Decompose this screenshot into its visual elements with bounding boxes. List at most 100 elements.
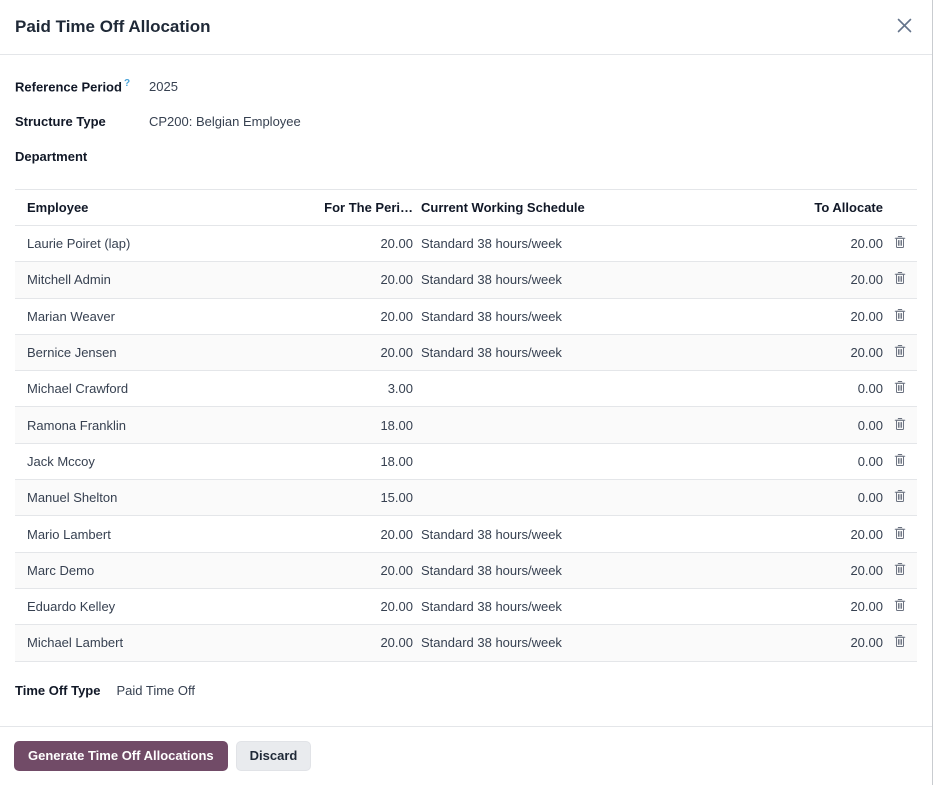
schedule-cell[interactable]: Standard 38 hours/week xyxy=(413,563,793,578)
allocate-cell[interactable]: 20.00 xyxy=(793,635,883,650)
allocate-cell[interactable]: 20.00 xyxy=(793,527,883,542)
allocate-cell[interactable]: 0.00 xyxy=(793,490,883,505)
allocate-cell[interactable]: 20.00 xyxy=(793,309,883,324)
schedule-cell[interactable]: Standard 38 hours/week xyxy=(413,527,793,542)
table-row: Bernice Jensen 20.00 Standard 38 hours/w… xyxy=(15,334,917,372)
employee-cell[interactable]: Jack Mccoy xyxy=(15,454,321,469)
trash-icon xyxy=(894,489,906,506)
column-header-current-working-schedule: Current Working Schedule xyxy=(421,200,585,215)
delete-row-button[interactable] xyxy=(892,342,908,363)
allocation-table-header: Employee For The Peri… Current Working S… xyxy=(15,190,917,226)
schedule-cell[interactable]: Standard 38 hours/week xyxy=(413,236,793,251)
allocation-table-body: Laurie Poiret (lap) 20.00 Standard 38 ho… xyxy=(15,226,917,662)
close-icon xyxy=(897,18,912,36)
department-label: Department xyxy=(15,149,88,164)
allocate-cell[interactable]: 0.00 xyxy=(793,454,883,469)
delete-row-button[interactable] xyxy=(892,560,908,581)
dialog-footer: Generate Time Off Allocations Discard xyxy=(0,726,932,785)
schedule-cell[interactable]: Standard 38 hours/week xyxy=(413,272,793,287)
column-header-for-the-period: For The Peri… xyxy=(324,200,413,215)
period-cell[interactable]: 20.00 xyxy=(321,527,413,542)
delete-row-button[interactable] xyxy=(892,306,908,327)
employee-cell[interactable]: Michael Crawford xyxy=(15,381,321,396)
employee-cell[interactable]: Eduardo Kelley xyxy=(15,599,321,614)
delete-row-button[interactable] xyxy=(892,596,908,617)
delete-row-button[interactable] xyxy=(892,378,908,399)
allocate-cell[interactable]: 0.00 xyxy=(793,381,883,396)
help-icon[interactable]: ? xyxy=(124,78,130,89)
table-row: Mitchell Admin 20.00 Standard 38 hours/w… xyxy=(15,262,917,299)
time-off-type-value[interactable]: Paid Time Off xyxy=(116,683,195,698)
allocate-cell[interactable]: 20.00 xyxy=(793,272,883,287)
trash-icon xyxy=(894,344,906,361)
period-cell[interactable]: 20.00 xyxy=(321,563,413,578)
period-cell[interactable]: 20.00 xyxy=(321,635,413,650)
field-department: Department xyxy=(15,139,917,174)
employee-cell[interactable]: Mario Lambert xyxy=(15,527,321,542)
employee-cell[interactable]: Marian Weaver xyxy=(15,309,321,324)
trash-icon xyxy=(894,271,906,288)
allocate-cell[interactable]: 20.00 xyxy=(793,345,883,360)
field-structure-type: Structure Type CP200: Belgian Employee xyxy=(15,104,917,139)
period-cell[interactable]: 15.00 xyxy=(321,490,413,505)
dialog-header: Paid Time Off Allocation xyxy=(0,0,932,55)
reference-period-value[interactable]: 2025 xyxy=(149,79,917,94)
table-row: Eduardo Kelley 20.00 Standard 38 hours/w… xyxy=(15,589,917,626)
allocation-table: Employee For The Peri… Current Working S… xyxy=(15,189,917,662)
generate-time-off-allocations-button[interactable]: Generate Time Off Allocations xyxy=(14,740,228,772)
period-cell[interactable]: 20.00 xyxy=(321,309,413,324)
employee-cell[interactable]: Michael Lambert xyxy=(15,635,321,650)
trash-icon xyxy=(894,380,906,397)
discard-button[interactable]: Discard xyxy=(235,740,312,772)
period-cell[interactable]: 18.00 xyxy=(321,418,413,433)
structure-type-label: Structure Type xyxy=(15,114,106,129)
allocate-cell[interactable]: 20.00 xyxy=(793,563,883,578)
delete-row-button[interactable] xyxy=(892,233,908,254)
structure-type-value[interactable]: CP200: Belgian Employee xyxy=(149,114,917,129)
delete-row-button[interactable] xyxy=(892,269,908,290)
employee-cell[interactable]: Manuel Shelton xyxy=(15,490,321,505)
schedule-cell[interactable]: Standard 38 hours/week xyxy=(413,635,793,650)
period-cell[interactable]: 20.00 xyxy=(321,599,413,614)
period-cell[interactable]: 18.00 xyxy=(321,454,413,469)
dialog-body: Reference Period? 2025 Structure Type CP… xyxy=(0,55,932,708)
delete-row-button[interactable] xyxy=(892,632,908,653)
period-cell[interactable]: 3.00 xyxy=(321,381,413,396)
table-row: Michael Lambert 20.00 Standard 38 hours/… xyxy=(15,625,917,662)
table-row: Mario Lambert 20.00 Standard 38 hours/we… xyxy=(15,516,917,553)
schedule-cell[interactable]: Standard 38 hours/week xyxy=(413,599,793,614)
period-cell[interactable]: 20.00 xyxy=(321,272,413,287)
schedule-cell[interactable]: Standard 38 hours/week xyxy=(413,345,793,360)
period-cell[interactable]: 20.00 xyxy=(321,345,413,360)
table-row: Marian Weaver 20.00 Standard 38 hours/we… xyxy=(15,299,917,335)
employee-cell[interactable]: Bernice Jensen xyxy=(15,345,321,360)
field-time-off-type: Time Off Type Paid Time Off xyxy=(15,673,917,708)
time-off-type-label: Time Off Type xyxy=(15,682,101,698)
delete-row-button[interactable] xyxy=(892,451,908,472)
allocate-cell[interactable]: 20.00 xyxy=(793,236,883,251)
close-button[interactable] xyxy=(892,15,916,39)
delete-row-button[interactable] xyxy=(892,415,908,436)
table-row: Manuel Shelton 15.00 0.00 xyxy=(15,480,917,517)
dialog-title: Paid Time Off Allocation xyxy=(15,17,211,36)
employee-cell[interactable]: Marc Demo xyxy=(15,563,321,578)
trash-icon xyxy=(894,562,906,579)
table-row: Michael Crawford 3.00 0.00 xyxy=(15,371,917,408)
schedule-cell[interactable]: Standard 38 hours/week xyxy=(413,309,793,324)
employee-cell[interactable]: Ramona Franklin xyxy=(15,418,321,433)
trash-icon xyxy=(894,526,906,543)
allocate-cell[interactable]: 0.00 xyxy=(793,418,883,433)
column-header-to-allocate: To Allocate xyxy=(814,200,883,215)
trash-icon xyxy=(894,417,906,434)
trash-icon xyxy=(894,308,906,325)
delete-row-button[interactable] xyxy=(892,524,908,545)
allocate-cell[interactable]: 20.00 xyxy=(793,599,883,614)
field-reference-period: Reference Period? 2025 xyxy=(15,69,917,104)
employee-cell[interactable]: Laurie Poiret (lap) xyxy=(15,236,321,251)
trash-icon xyxy=(894,634,906,651)
delete-row-button[interactable] xyxy=(892,487,908,508)
trash-icon xyxy=(894,598,906,615)
employee-cell[interactable]: Mitchell Admin xyxy=(15,272,321,287)
period-cell[interactable]: 20.00 xyxy=(321,236,413,251)
trash-icon xyxy=(894,235,906,252)
